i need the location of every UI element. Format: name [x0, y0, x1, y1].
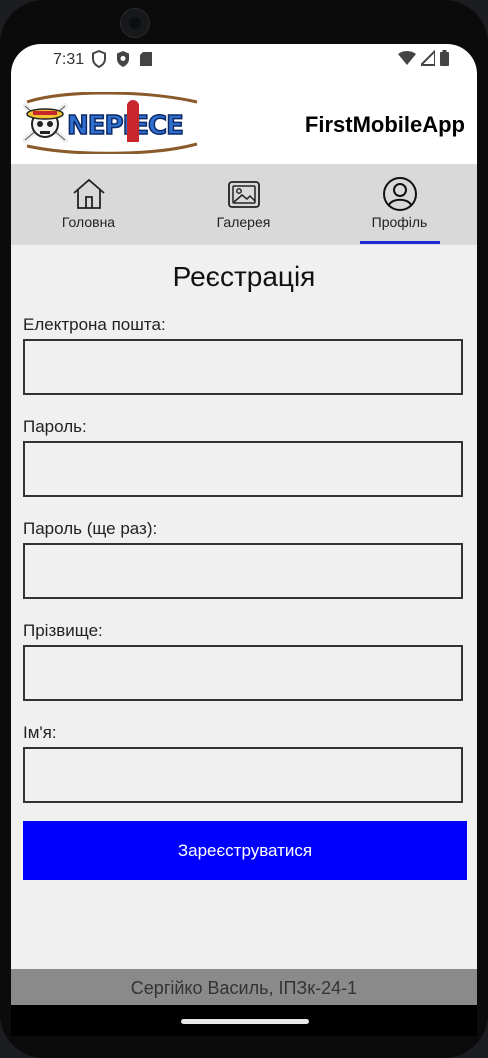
sd-card-icon: [140, 52, 152, 66]
screen: 7:31 NEPIECE FirstMobileApp Головна Гале…: [11, 44, 477, 1036]
tab-label: Галерея: [216, 214, 271, 230]
email-label: Електрона пошта:: [23, 315, 166, 334]
home-indicator[interactable]: [181, 1019, 309, 1024]
password-repeat-label: Пароль (ще раз):: [23, 519, 158, 538]
system-nav-bar: [11, 1005, 477, 1036]
one-piece-logo: NEPIECE: [23, 92, 201, 154]
home-icon: [73, 178, 105, 209]
password-repeat-field[interactable]: [23, 543, 463, 599]
status-icons-right: [398, 50, 449, 66]
surname-label: Прізвище:: [23, 621, 103, 640]
phone-frame: 7:31 NEPIECE FirstMobileApp Головна Гале…: [0, 0, 488, 1058]
svg-text:NEPIECE: NEPIECE: [67, 111, 183, 141]
profile-icon: [383, 177, 417, 211]
registration-form: Реєстрація Електрона пошта: Пароль: Паро…: [11, 245, 477, 969]
gallery-icon: [228, 181, 260, 208]
shield-outline-icon: [92, 50, 106, 68]
password-field[interactable]: [23, 441, 463, 497]
tab-selected-indicator: [360, 241, 440, 244]
app-bar: NEPIECE FirstMobileApp: [11, 78, 477, 164]
signal-icon: [421, 50, 435, 66]
first-name-field[interactable]: [23, 747, 463, 803]
shield-filled-icon: [117, 51, 129, 67]
tab-home[interactable]: Головна: [11, 164, 166, 245]
tab-profile[interactable]: Профіль: [322, 164, 477, 245]
app-title: FirstMobileApp: [304, 112, 465, 137]
tab-label: Профіль: [371, 214, 428, 230]
tab-label: Головна: [61, 214, 116, 230]
battery-icon: [440, 50, 449, 66]
register-button[interactable]: Зареєструватися: [23, 821, 467, 880]
email-field[interactable]: [23, 339, 463, 395]
front-camera: [120, 8, 150, 38]
tab-gallery[interactable]: Галерея: [166, 164, 321, 245]
first-name-label: Ім'я:: [23, 723, 57, 742]
form-title: Реєстрація: [172, 261, 316, 292]
surname-field[interactable]: [23, 645, 463, 701]
wifi-icon: [398, 51, 416, 65]
password-label: Пароль:: [23, 417, 87, 436]
status-icons-left: [91, 50, 153, 68]
tab-bar: Головна Галерея Профіль: [11, 164, 477, 245]
status-time: 7:31: [53, 51, 85, 68]
status-bar: 7:31: [11, 44, 477, 78]
footer: Сергійко Василь, ІПЗк-24-1: [11, 969, 477, 1005]
